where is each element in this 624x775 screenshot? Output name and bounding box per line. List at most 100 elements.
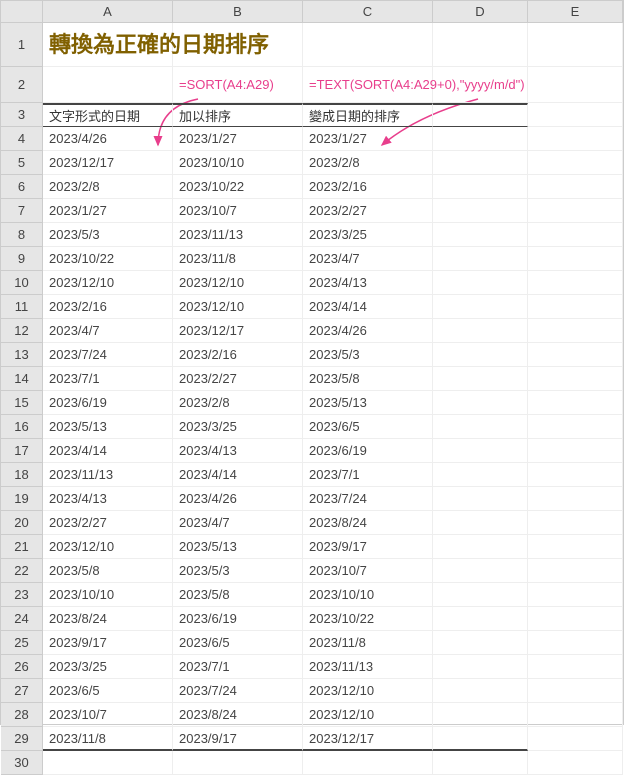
cell-b8[interactable]: 2023/11/13: [173, 223, 303, 247]
cell-a15[interactable]: 2023/6/19: [43, 391, 173, 415]
cell-e13[interactable]: [528, 343, 623, 367]
cell-d3[interactable]: [433, 103, 528, 127]
cell-d11[interactable]: [433, 295, 528, 319]
cell-a4[interactable]: 2023/4/26: [43, 127, 173, 151]
cell-d7[interactable]: [433, 199, 528, 223]
cell-c21[interactable]: 2023/9/17: [303, 535, 433, 559]
cell-a19[interactable]: 2023/4/13: [43, 487, 173, 511]
cell-a7[interactable]: 2023/1/27: [43, 199, 173, 223]
cell-r30-4[interactable]: [528, 751, 623, 775]
cell-c5[interactable]: 2023/2/8: [303, 151, 433, 175]
cell-a17[interactable]: 2023/4/14: [43, 439, 173, 463]
row-header-17[interactable]: 17: [1, 439, 43, 463]
cell-e23[interactable]: [528, 583, 623, 607]
cell-b7[interactable]: 2023/10/7: [173, 199, 303, 223]
row-header-13[interactable]: 13: [1, 343, 43, 367]
row-header-15[interactable]: 15: [1, 391, 43, 415]
cell-d10[interactable]: [433, 271, 528, 295]
cell-b27[interactable]: 2023/7/24: [173, 679, 303, 703]
cell-a18[interactable]: 2023/11/13: [43, 463, 173, 487]
cell-a10[interactable]: 2023/12/10: [43, 271, 173, 295]
row-header-30[interactable]: 30: [1, 751, 43, 775]
cell-a2[interactable]: [43, 67, 173, 103]
row-header-26[interactable]: 26: [1, 655, 43, 679]
cell-c4[interactable]: 2023/1/27: [303, 127, 433, 151]
cell-c8[interactable]: 2023/3/25: [303, 223, 433, 247]
cell-c20[interactable]: 2023/8/24: [303, 511, 433, 535]
cell-d20[interactable]: [433, 511, 528, 535]
cell-r1-2[interactable]: [433, 23, 528, 67]
column-header-C[interactable]: C: [303, 1, 433, 23]
cell-d8[interactable]: [433, 223, 528, 247]
cell-a26[interactable]: 2023/3/25: [43, 655, 173, 679]
cell-c14[interactable]: 2023/5/8: [303, 367, 433, 391]
cell-b18[interactable]: 2023/4/14: [173, 463, 303, 487]
cell-b5[interactable]: 2023/10/10: [173, 151, 303, 175]
cell-d4[interactable]: [433, 127, 528, 151]
cell-c19[interactable]: 2023/7/24: [303, 487, 433, 511]
cell-c13[interactable]: 2023/5/3: [303, 343, 433, 367]
cell-a29[interactable]: 2023/11/8: [43, 727, 173, 751]
cell-b13[interactable]: 2023/2/16: [173, 343, 303, 367]
cell-b20[interactable]: 2023/4/7: [173, 511, 303, 535]
cell-r1-3[interactable]: [528, 23, 623, 67]
cell-e25[interactable]: [528, 631, 623, 655]
row-header-1[interactable]: 1: [1, 23, 43, 67]
cell-e7[interactable]: [528, 199, 623, 223]
cell-e11[interactable]: [528, 295, 623, 319]
cell-e24[interactable]: [528, 607, 623, 631]
cell-c29[interactable]: 2023/12/17: [303, 727, 433, 751]
cell-e16[interactable]: [528, 415, 623, 439]
row-header-12[interactable]: 12: [1, 319, 43, 343]
row-header-29[interactable]: 29: [1, 727, 43, 751]
row-header-4[interactable]: 4: [1, 127, 43, 151]
cell-d9[interactable]: [433, 247, 528, 271]
row-header-24[interactable]: 24: [1, 607, 43, 631]
cell-d25[interactable]: [433, 631, 528, 655]
cell-c7[interactable]: 2023/2/27: [303, 199, 433, 223]
cell-b12[interactable]: 2023/12/17: [173, 319, 303, 343]
cell-r30-1[interactable]: [173, 751, 303, 775]
row-header-2[interactable]: 2: [1, 67, 43, 103]
cell-b6[interactable]: 2023/10/22: [173, 175, 303, 199]
cell-e19[interactable]: [528, 487, 623, 511]
cell-a24[interactable]: 2023/8/24: [43, 607, 173, 631]
cell-d22[interactable]: [433, 559, 528, 583]
cell-c17[interactable]: 2023/6/19: [303, 439, 433, 463]
cell-a23[interactable]: 2023/10/10: [43, 583, 173, 607]
row-header-3[interactable]: 3: [1, 103, 43, 127]
column-header-A[interactable]: A: [43, 1, 173, 23]
cell-e20[interactable]: [528, 511, 623, 535]
cell-b11[interactable]: 2023/12/10: [173, 295, 303, 319]
cell-e4[interactable]: [528, 127, 623, 151]
cell-d19[interactable]: [433, 487, 528, 511]
cell-e5[interactable]: [528, 151, 623, 175]
column-header-B[interactable]: B: [173, 1, 303, 23]
cell-a9[interactable]: 2023/10/22: [43, 247, 173, 271]
cell-d21[interactable]: [433, 535, 528, 559]
cell-r30-0[interactable]: [43, 751, 173, 775]
cell-a20[interactable]: 2023/2/27: [43, 511, 173, 535]
cell-b10[interactable]: 2023/12/10: [173, 271, 303, 295]
cell-a12[interactable]: 2023/4/7: [43, 319, 173, 343]
cell-a6[interactable]: 2023/2/8: [43, 175, 173, 199]
cell-e28[interactable]: [528, 703, 623, 727]
cell-a8[interactable]: 2023/5/3: [43, 223, 173, 247]
row-header-22[interactable]: 22: [1, 559, 43, 583]
cell-c25[interactable]: 2023/11/8: [303, 631, 433, 655]
cell-a16[interactable]: 2023/5/13: [43, 415, 173, 439]
header-a[interactable]: 文字形式的日期: [43, 103, 173, 127]
cell-c11[interactable]: 2023/4/14: [303, 295, 433, 319]
cell-d18[interactable]: [433, 463, 528, 487]
cell-e21[interactable]: [528, 535, 623, 559]
cell-d17[interactable]: [433, 439, 528, 463]
header-b[interactable]: 加以排序: [173, 103, 303, 127]
cell-b21[interactable]: 2023/5/13: [173, 535, 303, 559]
cell-d24[interactable]: [433, 607, 528, 631]
row-header-5[interactable]: 5: [1, 151, 43, 175]
row-header-25[interactable]: 25: [1, 631, 43, 655]
cell-d26[interactable]: [433, 655, 528, 679]
cell-d29[interactable]: [433, 727, 528, 751]
cell-c24[interactable]: 2023/10/22: [303, 607, 433, 631]
cell-d23[interactable]: [433, 583, 528, 607]
